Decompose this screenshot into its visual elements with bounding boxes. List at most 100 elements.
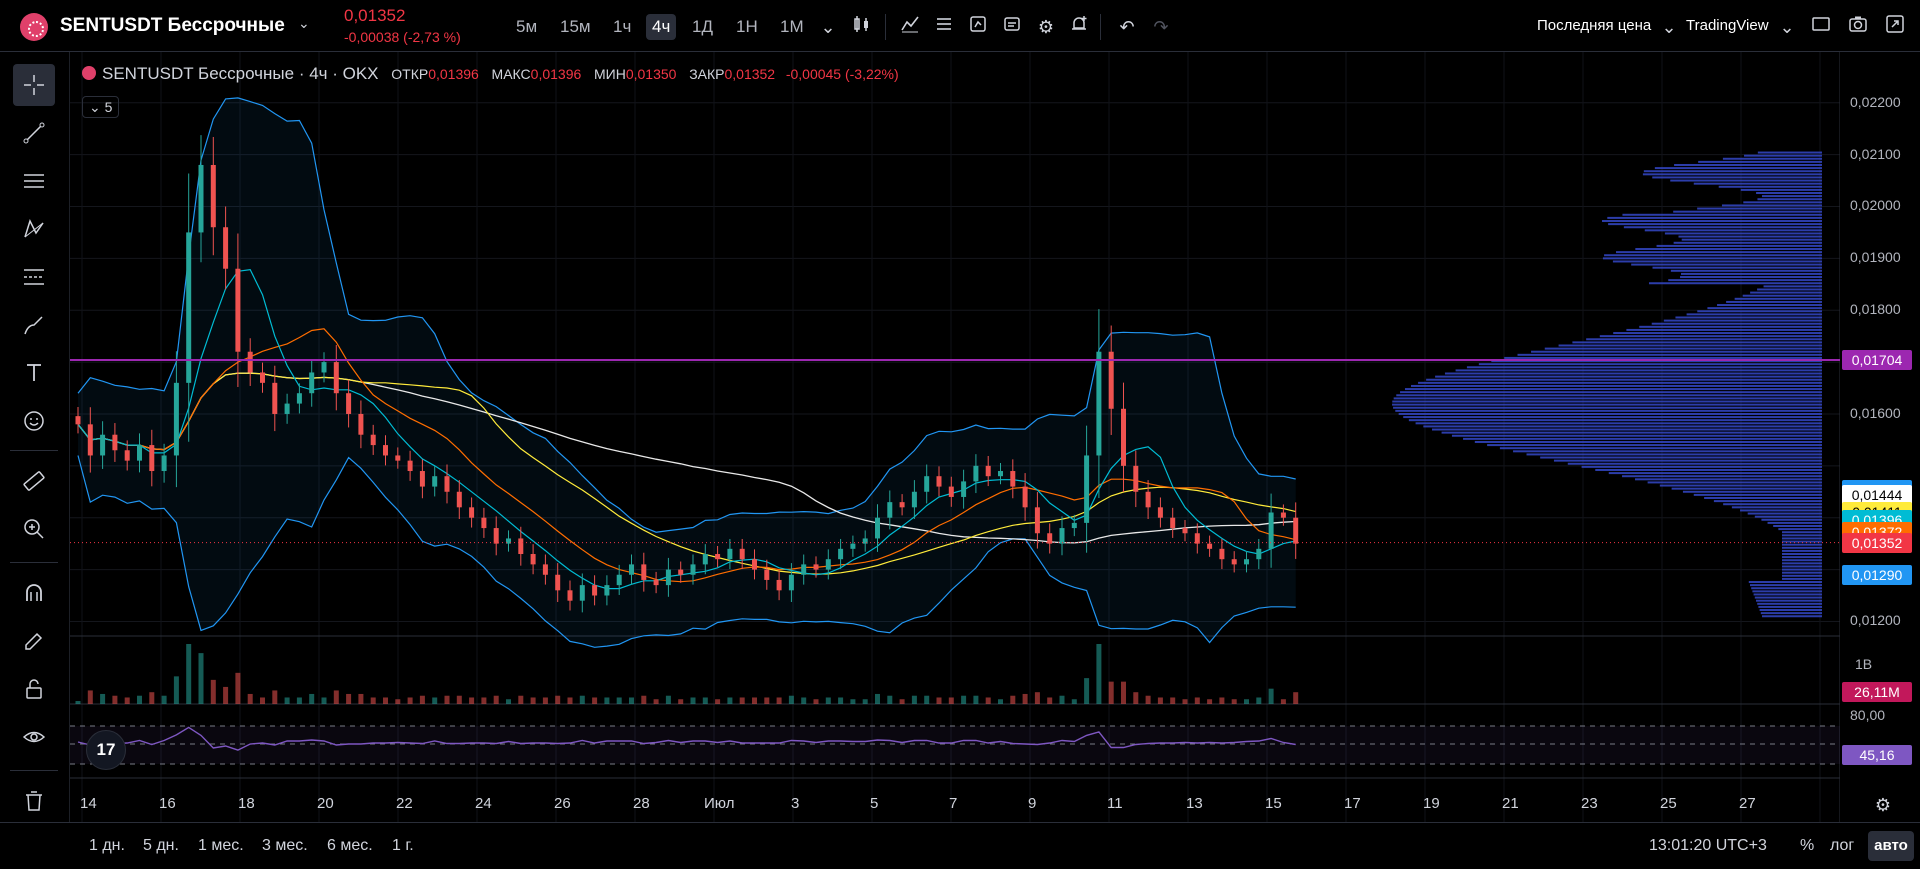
magnet-icon[interactable] bbox=[13, 572, 55, 614]
zoom-in-icon[interactable] bbox=[13, 508, 55, 550]
fib-icon[interactable] bbox=[13, 256, 55, 298]
provider-select[interactable]: TradingView bbox=[1686, 17, 1769, 34]
price-tick: 0,01600 bbox=[1850, 404, 1901, 421]
candle bbox=[579, 585, 585, 601]
timeframe-1mo[interactable]: 1М bbox=[774, 14, 810, 40]
volume-profile-bar bbox=[1740, 509, 1822, 512]
candle bbox=[727, 548, 733, 560]
text-icon[interactable] bbox=[13, 352, 55, 394]
candle bbox=[407, 460, 413, 472]
drawing-mode-icon[interactable] bbox=[13, 620, 55, 662]
price-type-select[interactable]: Последняя цена bbox=[1537, 17, 1651, 34]
layout-icon[interactable] bbox=[1808, 14, 1834, 40]
legend-title[interactable]: SENTUSDT Бессрочные · 4ч · OKX bbox=[102, 64, 379, 83]
price-tick: 0,01200 bbox=[1850, 612, 1901, 629]
volume-profile-bar bbox=[1395, 409, 1822, 412]
alert-icon[interactable] bbox=[1066, 14, 1092, 40]
volume-profile-bar bbox=[1782, 559, 1822, 562]
candle bbox=[223, 227, 229, 269]
volume-bar bbox=[247, 693, 253, 704]
replay-icon[interactable] bbox=[965, 14, 991, 40]
volume-profile-bar bbox=[1652, 176, 1822, 179]
indicators-toggle[interactable]: ⌄ 5 bbox=[82, 96, 120, 118]
trend-line-icon[interactable] bbox=[13, 112, 55, 154]
volume-profile-bar bbox=[1782, 571, 1822, 574]
volume-bar bbox=[911, 695, 917, 704]
brush-icon[interactable] bbox=[13, 304, 55, 346]
camera-icon[interactable] bbox=[1845, 14, 1871, 40]
strategy-list-icon[interactable] bbox=[931, 14, 957, 40]
candle bbox=[850, 543, 856, 549]
price-chart[interactable] bbox=[70, 52, 1840, 822]
lock-icon[interactable] bbox=[13, 668, 55, 710]
range-3m[interactable]: 3 мес. bbox=[262, 837, 308, 855]
volume-bar bbox=[936, 697, 942, 704]
volume-profile-bar bbox=[1693, 182, 1822, 185]
auto-toggle[interactable]: авто bbox=[1868, 831, 1914, 861]
candle bbox=[137, 445, 142, 461]
candle bbox=[444, 476, 450, 492]
chevron-down-icon[interactable]: ⌄ bbox=[298, 15, 310, 32]
fullscreen-icon[interactable] bbox=[1882, 14, 1908, 40]
clock[interactable]: 13:01:20 UTC+3 bbox=[1649, 837, 1767, 855]
symbol-name[interactable]: SENTUSDT Бессрочные bbox=[60, 15, 285, 37]
log-toggle[interactable]: лог bbox=[1830, 837, 1854, 855]
volume-bar bbox=[444, 695, 450, 704]
range-1y[interactable]: 1 г. bbox=[392, 837, 414, 855]
range-6m[interactable]: 6 мес. bbox=[327, 837, 373, 855]
emoji-icon[interactable] bbox=[13, 400, 55, 442]
timeframe-1h[interactable]: 1ч bbox=[607, 14, 637, 40]
timeframe-5m[interactable]: 5м bbox=[510, 14, 543, 40]
candle bbox=[665, 569, 671, 586]
crosshair-icon[interactable] bbox=[13, 64, 55, 106]
price-label: 0,01290 bbox=[1842, 564, 1912, 585]
range-1d[interactable]: 1 дн. bbox=[89, 837, 125, 855]
volume-bar bbox=[506, 699, 511, 704]
volume-bar bbox=[518, 695, 524, 704]
rsi-level: 80,00 bbox=[1850, 707, 1886, 723]
eye-icon[interactable] bbox=[13, 716, 55, 758]
timeframe-15m[interactable]: 15м bbox=[554, 14, 597, 40]
volume-bar bbox=[1022, 693, 1028, 704]
chevron-down-icon[interactable]: ⌄ bbox=[1774, 14, 1800, 40]
volume-profile-bar bbox=[1753, 593, 1822, 596]
redo-icon[interactable]: ↷ bbox=[1148, 14, 1174, 40]
chevron-down-icon[interactable]: ⌄ bbox=[1656, 14, 1682, 40]
time-tick: 22 bbox=[396, 795, 413, 812]
tradingview-logo-icon[interactable]: 17 bbox=[86, 730, 126, 770]
percent-toggle[interactable]: % bbox=[1800, 837, 1814, 855]
volume-bar bbox=[555, 695, 561, 704]
compare-icon[interactable] bbox=[999, 14, 1025, 40]
gear-icon[interactable]: ⚙ bbox=[1033, 14, 1059, 40]
chevron-down-icon[interactable]: ⌄ bbox=[815, 14, 841, 40]
timeframe-4h[interactable]: 4ч bbox=[646, 14, 677, 40]
candle bbox=[985, 465, 991, 477]
ruler-icon[interactable] bbox=[13, 460, 55, 502]
indicators-icon[interactable] bbox=[897, 14, 923, 40]
volume-bar bbox=[100, 693, 106, 704]
volume-bar bbox=[296, 697, 302, 704]
volume-profile-bar bbox=[1757, 602, 1822, 605]
timeframe-1w[interactable]: 1Н bbox=[730, 14, 764, 40]
timeframe-1d[interactable]: 1Д bbox=[686, 14, 719, 40]
price-label: 0,01704 bbox=[1842, 350, 1912, 371]
pattern-icon[interactable] bbox=[13, 208, 55, 250]
horizontal-lines-icon[interactable] bbox=[13, 160, 55, 202]
volume-scale: 1B bbox=[1855, 656, 1873, 672]
volume-bar bbox=[481, 697, 487, 704]
candle bbox=[1157, 507, 1163, 518]
volume-profile-bar bbox=[1648, 282, 1822, 285]
volume-bar bbox=[149, 692, 155, 704]
trash-icon[interactable] bbox=[13, 780, 55, 822]
range-1m[interactable]: 1 мес. bbox=[198, 837, 244, 855]
time-tick: 5 bbox=[870, 795, 879, 812]
range-5d[interactable]: 5 дн. bbox=[143, 837, 179, 855]
last-price: 0,01352 bbox=[344, 6, 406, 25]
volume-bar bbox=[1280, 699, 1286, 704]
settings-icon[interactable]: ⚙ bbox=[1870, 792, 1896, 818]
candles-type-icon[interactable] bbox=[849, 14, 875, 40]
volume-bar bbox=[653, 699, 659, 704]
undo-icon[interactable]: ↶ bbox=[1114, 14, 1140, 40]
volume-bar bbox=[1084, 678, 1090, 704]
volume-profile-bar bbox=[1751, 587, 1822, 590]
